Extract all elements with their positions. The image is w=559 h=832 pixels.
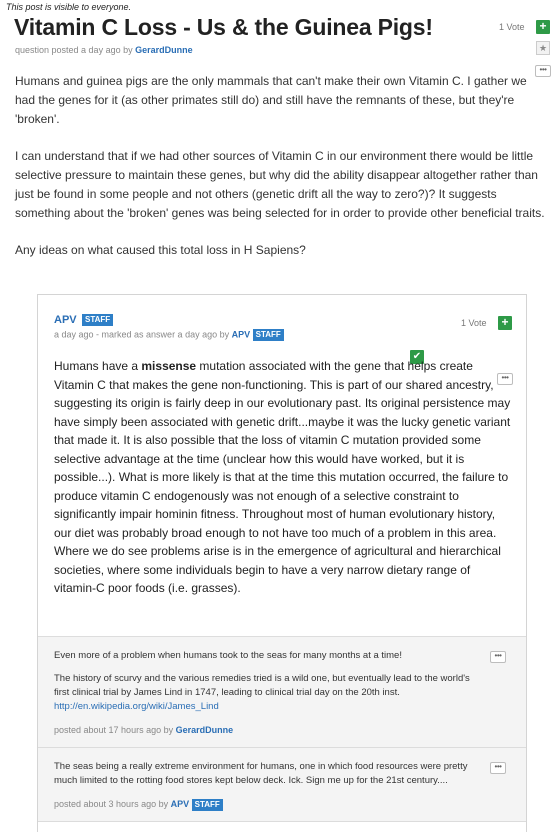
question-paragraph: I can understand that if we had other so… [15, 149, 545, 220]
comment-author-link[interactable]: APV [171, 799, 190, 809]
answer-bold-term: missense [141, 359, 197, 373]
comment-meta-text: posted about 3 hours ago by [54, 799, 171, 809]
answer-text: mutation associated with the gene that h… [54, 359, 511, 595]
answer-meta: a day ago - marked as answer a day ago b… [54, 329, 284, 341]
answer-body: Humans have a missense mutation associat… [54, 357, 514, 598]
staff-badge: STAFF [191, 798, 223, 811]
comment-text: Even more of a problem when humans took … [54, 650, 402, 661]
favorite-star-icon[interactable]: ★ [536, 41, 550, 55]
answer-vote-count: 1 Vote [461, 318, 487, 328]
comment: Even more of a problem when humans took … [38, 637, 526, 748]
answer-text: Humans have a [54, 359, 142, 373]
answer-upvote-button[interactable]: + [498, 316, 512, 330]
question-body: Humans and guinea pigs are the only mamm… [15, 72, 545, 278]
answer-author-link[interactable]: APV [54, 314, 77, 326]
comment-more-options-button[interactable]: ••• [490, 762, 506, 774]
question-title: Vitamin C Loss - Us & the Guinea Pigs! [14, 14, 433, 40]
question-paragraph: Any ideas on what caused this total loss… [15, 243, 306, 257]
comment: The seas being a really extreme environm… [38, 748, 526, 822]
comment-text: The history of scurvy and the various re… [54, 672, 474, 714]
answer-card: APV STAFF a day ago - marked as answer a… [37, 294, 527, 832]
comment-text: The seas being a really extreme environm… [54, 761, 468, 786]
comment-link[interactable]: http://en.wikipedia.org/wiki/James_Lind [54, 701, 219, 712]
comment-more-options-button[interactable]: ••• [490, 651, 506, 663]
question-vote-count: 1 Vote [499, 22, 525, 32]
visibility-note: This post is visible to everyone. [6, 2, 132, 12]
answer-meta-author-link[interactable]: APV [232, 329, 251, 339]
question-upvote-button[interactable]: + [536, 20, 550, 34]
question-meta-text: question posted a day ago by [15, 45, 136, 55]
question-author-link[interactable]: GerardDunne [135, 45, 193, 55]
comment-author-link[interactable]: GerardDunne [176, 725, 234, 735]
comments-section: Even more of a problem when humans took … [38, 636, 526, 822]
comment-meta-text: posted about 17 hours ago by [54, 725, 176, 735]
answer-meta-text: a day ago - marked as answer a day ago b… [54, 329, 232, 340]
question-meta: question posted a day ago by GerardDunne [15, 45, 193, 55]
staff-badge: STAFF [82, 314, 114, 326]
staff-badge: STAFF [252, 329, 284, 341]
question-paragraph: Humans and guinea pigs are the only mamm… [15, 74, 527, 126]
comment-meta: posted about 3 hours ago by APV STAFF [54, 797, 510, 811]
comment-text-span: The history of scurvy and the various re… [54, 673, 470, 698]
comment-meta: posted about 17 hours ago by GerardDunne [54, 723, 510, 737]
